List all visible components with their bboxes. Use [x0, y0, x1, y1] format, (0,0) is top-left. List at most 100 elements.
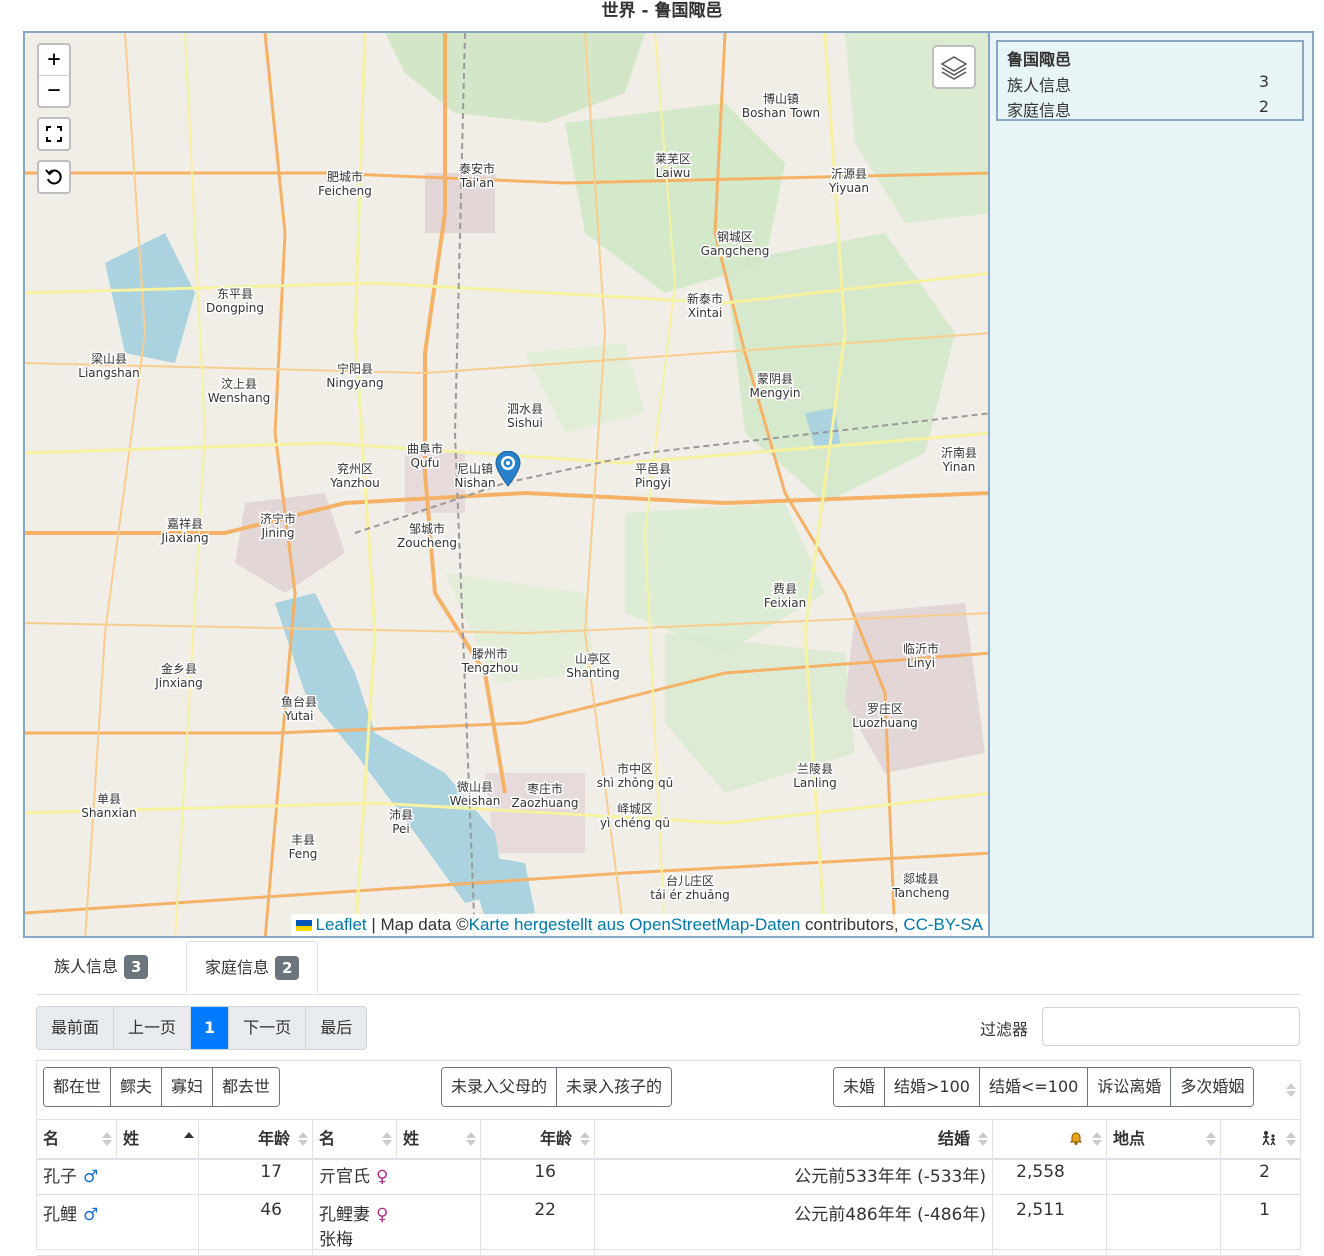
map-view[interactable]: 泰安市 Tai'an 莱芜区 Laiwu 肥城市 Feicheng 钢城区 Gangcheng…: [23, 31, 990, 938]
current-page-button[interactable]: 1: [191, 1007, 230, 1049]
map-place-label: 梁山县: [91, 351, 127, 366]
map-place-label: 东平县: [217, 287, 253, 301]
col-age-husband[interactable]: 年龄: [199, 1120, 313, 1158]
map-attribution: Leaflet | Map data ©Karte hergestellt au…: [290, 914, 988, 936]
map-place-label: 金乡县: [161, 661, 197, 676]
prev-page-button[interactable]: 上一页: [114, 1007, 192, 1049]
filter-row-sort-icon[interactable]: [1286, 1081, 1296, 1099]
wife-age-cell: 22: [481, 1195, 595, 1255]
legend-value: 2: [1258, 97, 1269, 116]
map-place-label-pinyin: Yanzhou: [329, 476, 380, 490]
male-icon: ♂: [83, 1205, 99, 1225]
map-place-label: 沂南县: [941, 445, 977, 460]
map-place-label-pinyin: Shanxian: [81, 806, 137, 820]
map-place-label: 兰陵县: [797, 762, 833, 776]
leaflet-link[interactable]: Leaflet: [316, 915, 367, 934]
col-surname-wife[interactable]: 姓: [397, 1120, 481, 1158]
layers-button[interactable]: [932, 45, 976, 89]
map-place-label-pinyin: Yutai: [284, 709, 314, 723]
table-row[interactable]: 孔鲤 ♂ 46 孔鲤妻 ♀ 张梅 22 公元前486年年 (-486年) 2,511…: [37, 1195, 1300, 1256]
map-place-label-pinyin: Pei: [392, 822, 410, 836]
husband-name-link[interactable]: 孔鲤: [43, 1205, 77, 1225]
first-page-button[interactable]: 最前面: [37, 1007, 115, 1049]
map-place-label-pinyin: Tai'an: [459, 176, 494, 190]
filter-widow-button[interactable]: 寡妇: [162, 1068, 214, 1106]
map-place-label: 汶上县: [221, 376, 257, 391]
filter-input[interactable]: [1042, 1007, 1300, 1046]
map-place-label: 莱芜区: [655, 152, 691, 166]
marriage-date: 公元前486年年: [794, 1205, 912, 1225]
map-place-label-pinyin: Nishan: [454, 476, 495, 490]
map-place-label-pinyin: shì zhōng qū: [597, 776, 674, 790]
filter-group-marriage: 未婚 结婚>100 结婚<=100 诉讼离婚 多次婚姻: [833, 1067, 1255, 1107]
map-place-label: 平邑县: [635, 462, 671, 476]
table-header: 名 姓 年龄 名 姓 年龄 结婚 地点: [37, 1119, 1300, 1160]
fullscreen-icon: [46, 126, 62, 142]
col-marriage[interactable]: 结婚: [595, 1120, 993, 1158]
filter-divorce-button[interactable]: 诉讼离婚: [1088, 1068, 1172, 1106]
husband-age-cell: 46: [199, 1195, 313, 1255]
marriage-year-paren: (-486年): [917, 1205, 986, 1225]
col-given-name-wife[interactable]: 名: [313, 1120, 397, 1158]
filter-widower-button[interactable]: 鳏夫: [111, 1068, 163, 1106]
filter-married-over-100-button[interactable]: 结婚>100: [885, 1068, 980, 1106]
filter-unmarried-button[interactable]: 未婚: [834, 1068, 886, 1106]
wife-name-link[interactable]: 孔鲤妻: [319, 1205, 370, 1225]
map-place-label-pinyin: Feicheng: [318, 184, 372, 198]
tab-individuals[interactable]: 族人信息 3: [36, 941, 166, 993]
map-place-label-pinyin: Tengzhou: [461, 661, 519, 675]
filter-all-dead-button[interactable]: 都去世: [213, 1068, 280, 1106]
col-children[interactable]: [1221, 1120, 1300, 1158]
reset-view-icon: [45, 169, 62, 185]
filter-married-under-100-button[interactable]: 结婚<=100: [979, 1068, 1089, 1106]
map-marker-icon[interactable]: [495, 450, 521, 487]
children-icon: [1262, 1131, 1276, 1146]
license-link[interactable]: CC-BY-SA: [903, 915, 983, 934]
col-anniversary[interactable]: [993, 1120, 1107, 1158]
map-place-label: 新泰市: [687, 291, 723, 306]
next-page-button[interactable]: 下一页: [229, 1007, 307, 1049]
legend-label: 族人信息: [1007, 76, 1072, 95]
map-place-label-pinyin: Tancheng: [891, 886, 949, 900]
col-age-wife[interactable]: 年龄: [481, 1120, 595, 1158]
table-row[interactable]: 孔子 ♂ 17 亓官氏 ♀ 16 公元前533年年 (-533年) 2,558 2: [37, 1157, 1300, 1195]
last-page-button[interactable]: 最后: [306, 1007, 367, 1049]
map-place-label: 钢城区: [717, 230, 753, 244]
col-given-name-husband[interactable]: 名: [37, 1120, 117, 1158]
filter-no-children-button[interactable]: 未录入孩子的: [557, 1068, 672, 1106]
legend-label: 家庭信息: [1007, 101, 1072, 120]
reset-view-control: [37, 160, 71, 194]
years-married-cell: 2,558: [993, 1157, 1107, 1194]
filter-no-parents-button[interactable]: 未录入父母的: [442, 1068, 558, 1106]
map-place-label-pinyin: Xintai: [688, 306, 723, 320]
husband-name-cell: 孔子 ♂: [37, 1157, 199, 1194]
filter-group-missing: 未录入父母的 未录入孩子的: [441, 1067, 673, 1107]
map-place-label-pinyin: Pingyi: [635, 476, 671, 490]
map-place-label-pinyin: Wenshang: [208, 391, 271, 405]
filter-multiple-marriages-button[interactable]: 多次婚姻: [1171, 1068, 1254, 1106]
filter-all-alive-button[interactable]: 都在世: [44, 1068, 112, 1106]
map-place-label: 蒙阴县: [757, 372, 793, 386]
wife-name-link[interactable]: 亓官氏: [319, 1167, 370, 1187]
years-married-cell: 2,511: [993, 1195, 1107, 1255]
map-place-label-pinyin: Shanting: [566, 666, 619, 680]
map-place-label: 嘉祥县: [167, 517, 203, 531]
col-surname-husband[interactable]: 姓: [117, 1120, 199, 1158]
marriage-date-cell: 公元前533年年 (-533年): [595, 1157, 993, 1194]
tab-label: 家庭信息: [205, 958, 270, 977]
husband-name-link[interactable]: 孔子: [43, 1167, 77, 1187]
map-place-label: 微山县: [457, 780, 493, 794]
osm-link[interactable]: Karte hergestellt aus OpenStreetMap-Date…: [469, 915, 801, 934]
fullscreen-button[interactable]: [39, 119, 69, 149]
col-place[interactable]: 地点: [1107, 1120, 1221, 1158]
map-place-label: 枣庄市: [527, 781, 563, 796]
zoom-in-button[interactable]: +: [39, 45, 69, 75]
tab-families[interactable]: 家庭信息 2: [186, 941, 319, 994]
fullscreen-control: [37, 117, 71, 151]
map-place-label-pinyin: Jiaxiang: [160, 531, 208, 545]
map-place-label: 济宁市: [260, 511, 296, 526]
reset-view-button[interactable]: [39, 162, 69, 192]
map-place-label: 宁阳县: [337, 361, 373, 376]
zoom-out-button[interactable]: −: [39, 75, 69, 106]
map-place-label: 曲阜市: [407, 441, 443, 456]
